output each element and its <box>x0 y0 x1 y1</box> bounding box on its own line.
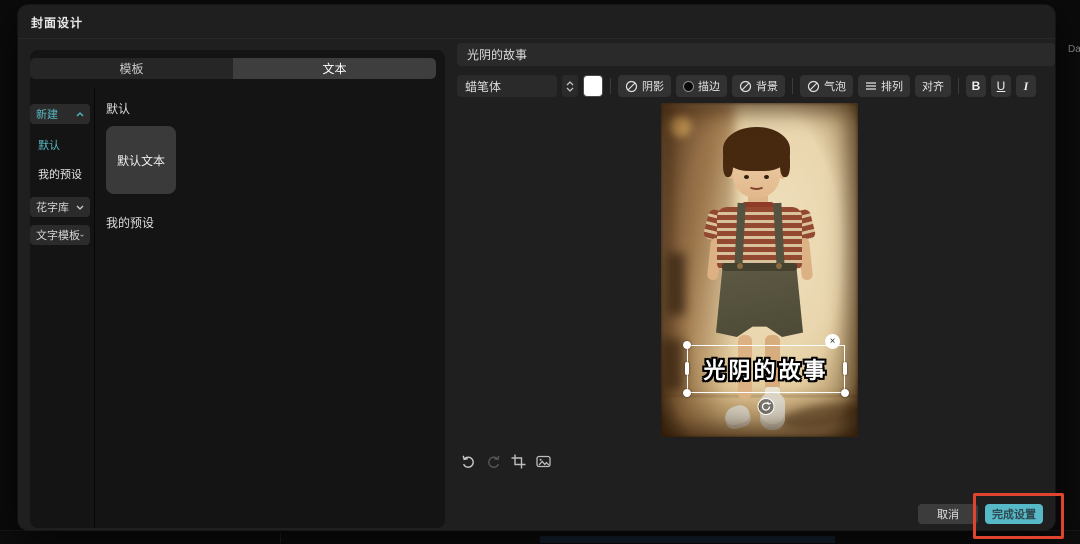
stroke-color-icon <box>683 81 694 92</box>
chevron-up-icon <box>76 112 84 117</box>
toolbar-divider <box>958 78 959 94</box>
resize-handle-bottom-left[interactable] <box>683 389 691 397</box>
close-icon: × <box>830 337 836 347</box>
redo-icon <box>486 454 501 469</box>
toolbar-divider <box>610 78 611 94</box>
align-button-label: 对齐 <box>922 78 944 94</box>
overlay-text-input[interactable] <box>457 43 1055 66</box>
text-style-toolbar: 蜡笔体 阴影 描边 背景 <box>457 75 1036 97</box>
replace-image-button[interactable] <box>535 453 551 469</box>
tab-template[interactable]: 模板 <box>30 58 233 79</box>
background-button[interactable]: 背景 <box>732 75 785 97</box>
photo-window-blur <box>667 253 685 315</box>
cancel-button[interactable]: 取消 <box>918 504 978 524</box>
section-header-default: 默认 <box>106 100 445 117</box>
library-content: 默认 默认文本 我的预设 <box>95 88 445 528</box>
background-button-label: 背景 <box>756 78 778 94</box>
text-overlay-selection[interactable]: 光阴的故事 × <box>687 345 845 393</box>
arrange-button[interactable]: 排列 <box>858 75 910 97</box>
background-timeline-seam <box>280 533 281 543</box>
undo-button[interactable] <box>460 453 476 469</box>
rotate-icon <box>761 401 772 412</box>
suspender-button <box>776 263 782 269</box>
resize-handle-right[interactable] <box>843 362 847 375</box>
bold-button[interactable]: B <box>966 75 986 97</box>
slash-circle-icon <box>625 80 638 93</box>
huazi-dropdown[interactable]: 花字库 <box>30 197 90 217</box>
text-template-dropdown-label: 文字模板 <box>36 227 80 243</box>
cancel-button-label: 取消 <box>937 506 959 522</box>
text-template-dropdown[interactable]: 文字模板 <box>30 225 90 245</box>
child-shorts <box>716 263 803 337</box>
redo-button[interactable] <box>485 453 501 469</box>
overlay-text[interactable]: 光阴的故事 <box>688 346 844 392</box>
slash-circle-icon <box>739 80 752 93</box>
stepper-down-icon <box>566 87 574 92</box>
italic-button[interactable]: I <box>1016 75 1036 97</box>
sidebar-item-my-presets[interactable]: 我的预设 <box>30 166 94 182</box>
undo-icon <box>461 454 476 469</box>
suspender-button <box>737 263 743 269</box>
child-striped-shirt <box>717 207 802 269</box>
new-button-label: 新建 <box>36 106 58 122</box>
background-timeline-clip <box>540 536 835 543</box>
font-select[interactable]: 蜡笔体 <box>457 75 557 97</box>
bubble-button[interactable]: 气泡 <box>800 75 853 97</box>
cover-photo[interactable]: 光阴的故事 × <box>661 103 858 437</box>
delete-overlay-button[interactable]: × <box>825 334 840 349</box>
cover-design-dialog: 封面设计 模板 文本 新建 默认 我的预设 花字库 <box>18 5 1055 530</box>
default-text-card[interactable]: 默认文本 <box>106 126 176 194</box>
chevron-down-icon <box>80 233 84 238</box>
stroke-button-label: 描边 <box>698 78 720 94</box>
rotate-handle[interactable] <box>758 398 775 415</box>
library-panel: 模板 文本 新建 默认 我的预设 花字库 <box>30 50 445 528</box>
library-sidebar: 新建 默认 我的预设 花字库 文字模板 <box>30 88 95 528</box>
resize-handle-top-left[interactable] <box>683 341 691 349</box>
child-smile <box>748 181 765 190</box>
shadow-button-label: 阴影 <box>642 78 664 94</box>
section-header-my-presets: 我的预设 <box>106 214 445 231</box>
crop-button[interactable] <box>510 453 526 469</box>
tab-bar: 模板 文本 <box>30 58 436 79</box>
child-hair-fringe <box>732 147 782 163</box>
underline-button[interactable]: U <box>991 75 1011 97</box>
confirm-button-label: 完成设置 <box>992 506 1036 522</box>
photo-window-blur <box>661 339 683 391</box>
resize-handle-left[interactable] <box>685 362 689 375</box>
font-size-stepper[interactable] <box>562 75 578 97</box>
huazi-dropdown-label: 花字库 <box>36 199 69 215</box>
shadow-button[interactable]: 阴影 <box>618 75 671 97</box>
sidebar-item-default[interactable]: 默认 <box>30 137 94 153</box>
stepper-up-icon <box>566 81 574 86</box>
tab-text[interactable]: 文本 <box>233 58 436 79</box>
child-eye <box>744 175 749 179</box>
stroke-button[interactable]: 描边 <box>676 75 727 97</box>
title-divider <box>18 38 1055 39</box>
library-body: 新建 默认 我的预设 花字库 文字模板 <box>30 88 445 528</box>
canvas-tools <box>460 453 551 469</box>
new-button[interactable]: 新建 <box>30 104 90 124</box>
child-waistband <box>722 263 797 271</box>
image-icon <box>536 454 551 469</box>
chevron-down-icon <box>76 205 84 210</box>
toolbar-divider <box>792 78 793 94</box>
lines-icon <box>865 80 877 92</box>
default-text-card-label: 默认文本 <box>117 152 165 169</box>
dialog-title: 封面设计 <box>31 14 83 31</box>
child-eye <box>764 175 769 179</box>
align-button[interactable]: 对齐 <box>915 75 951 97</box>
confirm-button[interactable]: 完成设置 <box>985 504 1043 524</box>
text-color-swatch[interactable] <box>583 75 603 97</box>
crop-icon <box>511 454 526 469</box>
bubble-button-label: 气泡 <box>824 78 846 94</box>
font-select-value: 蜡笔体 <box>465 78 501 95</box>
slash-circle-icon <box>807 80 820 93</box>
resize-handle-bottom-right[interactable] <box>841 389 849 397</box>
arrange-button-label: 排列 <box>881 78 903 94</box>
photo-lamp-blur <box>669 115 691 137</box>
background-text-fragment: Da <box>1068 44 1080 55</box>
